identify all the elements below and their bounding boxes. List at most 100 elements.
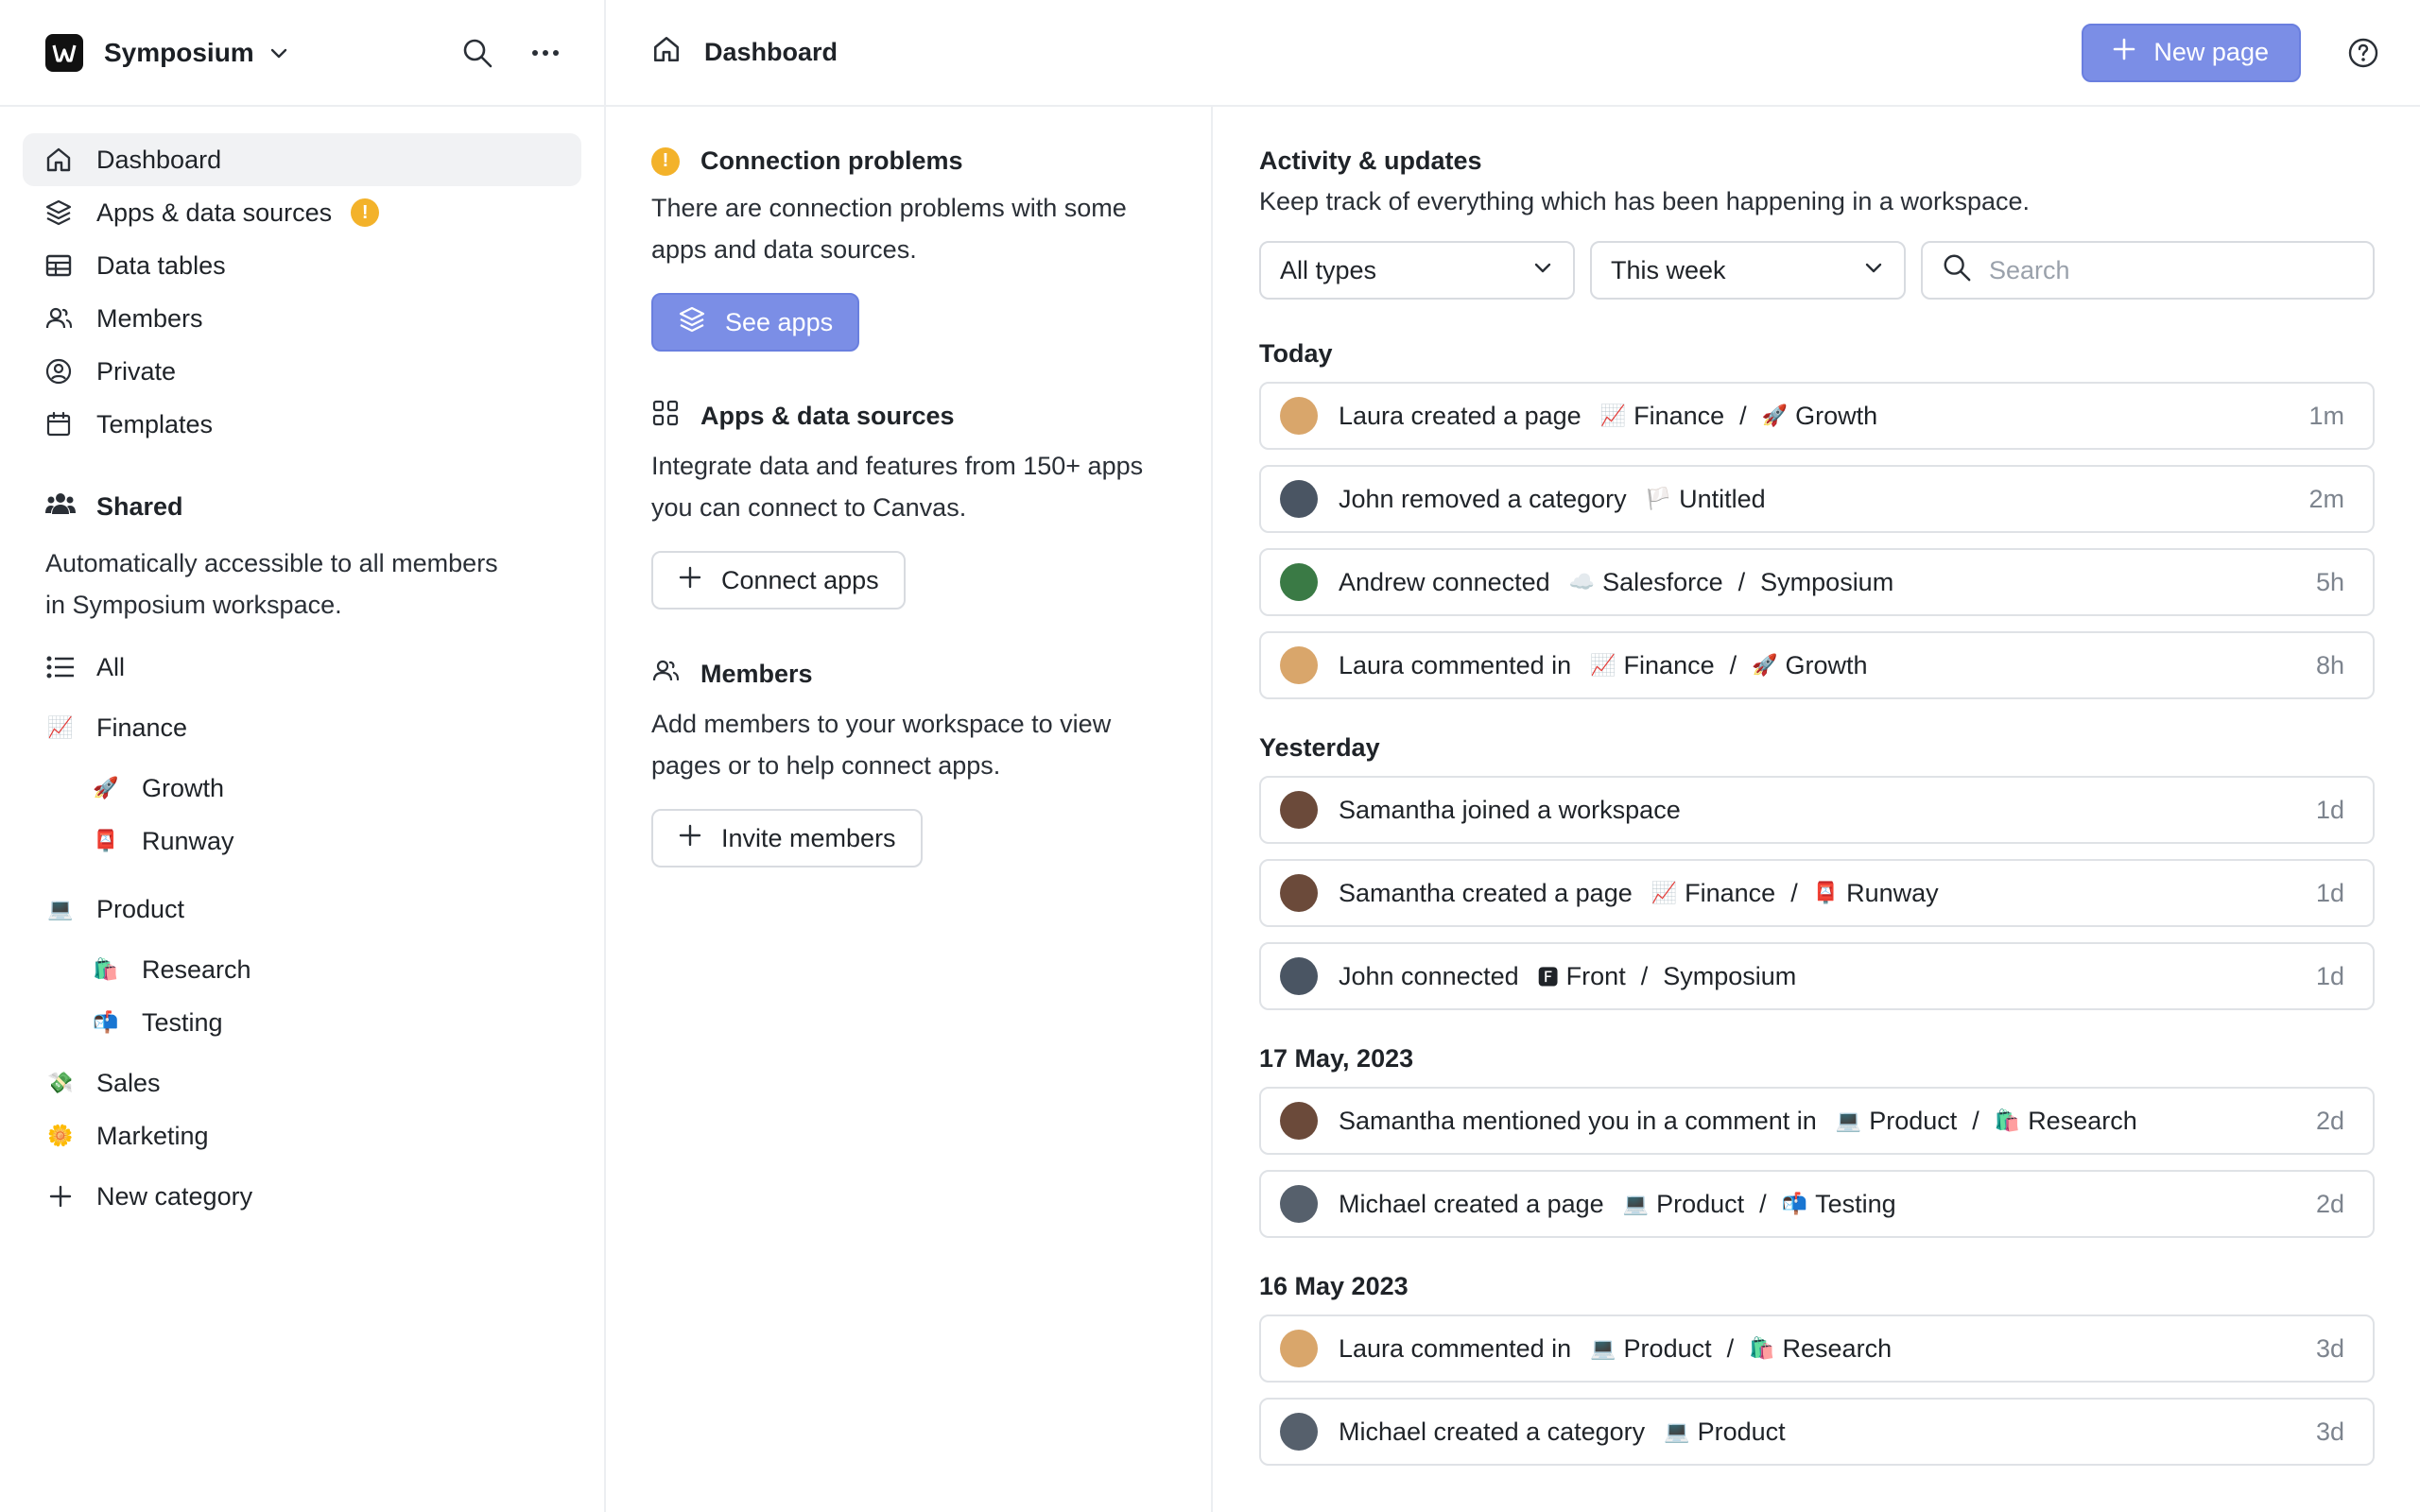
breadcrumb-link[interactable]: 📈 Finance	[1590, 651, 1714, 680]
activity-row[interactable]: Samantha mentioned you in a comment in 💻 P…	[1259, 1087, 2375, 1155]
layers-icon	[678, 305, 706, 340]
category-label: Marketing	[96, 1121, 209, 1150]
invite-members-button[interactable]: Invite members	[651, 809, 923, 868]
breadcrumb-link[interactable]: ☁️ Salesforce	[1569, 568, 1723, 597]
breadcrumb-link[interactable]: 📬 Testing	[1782, 1190, 1896, 1219]
workspace-header: Symposium	[0, 0, 604, 107]
plus-icon	[678, 565, 702, 596]
activity-row[interactable]: John removed a category 🏳️ Untitled 2m	[1259, 465, 2375, 533]
breadcrumb-link[interactable]: 💻 Product	[1623, 1190, 1744, 1219]
activity-row[interactable]: Laura commented in 📈 Finance / 🚀 Growth 8h	[1259, 631, 2375, 699]
breadcrumb-link[interactable]: 📈 Finance	[1651, 879, 1775, 908]
crumb-label: Runway	[1846, 878, 1939, 907]
activity-row[interactable]: Andrew connected ☁️ Salesforce / Symposium 5h	[1259, 548, 2375, 616]
category-research[interactable]: 🛍️ Research	[45, 943, 559, 996]
breadcrumb-link[interactable]: 🛍️ Research	[1995, 1107, 2137, 1136]
activity-time: 2d	[2315, 1189, 2344, 1218]
activity-title: Activity & updates	[1259, 146, 1482, 175]
category-product[interactable]: 💻 Product	[45, 883, 559, 936]
new-category-button[interactable]: New category	[45, 1170, 559, 1223]
activity-row[interactable]: Laura commented in 💻 Product / 🛍️ Research 3d	[1259, 1314, 2375, 1383]
layers-icon	[43, 198, 74, 228]
activity-time: 1m	[2308, 401, 2344, 430]
activity-row[interactable]: Laura created a page 📈 Finance / 🚀 Growth 1m	[1259, 382, 2375, 450]
activity-text: Laura created a page	[1339, 401, 1582, 430]
activity-text: Laura commented in	[1339, 650, 1572, 679]
breadcrumb-link[interactable]: 💻 Product	[1664, 1418, 1785, 1447]
activity-row[interactable]: John connected 🅵 Front / Symposium 1d	[1259, 942, 2375, 1010]
button-label: Invite members	[721, 823, 896, 852]
category-sales[interactable]: 💸 Sales	[45, 1057, 559, 1109]
avatar	[1280, 563, 1318, 601]
card-description: Integrate data and features from 150+ ap…	[651, 452, 1144, 522]
new-page-button[interactable]: New page	[2082, 23, 2301, 82]
connect-apps-button[interactable]: Connect apps	[651, 551, 906, 610]
chevron-down-icon	[1531, 256, 1554, 285]
activity-row[interactable]: Michael created a category 💻 Product 3d	[1259, 1398, 2375, 1466]
category-growth[interactable]: 🚀 Growth	[45, 762, 559, 815]
crumb-label: Symposium	[1663, 961, 1797, 990]
breadcrumb-link[interactable]: 📈 Finance	[1600, 402, 1724, 431]
more-horizontal-icon[interactable]	[528, 36, 562, 70]
time-filter-select[interactable]: This week	[1590, 241, 1906, 300]
type-filter-select[interactable]: All types	[1259, 241, 1575, 300]
sidebar-item-private[interactable]: Private	[23, 345, 581, 398]
avatar	[1280, 646, 1318, 684]
category-label: All	[96, 652, 126, 681]
category-finance[interactable]: 📈 Finance	[45, 701, 559, 754]
shared-section-header: Shared	[0, 490, 604, 524]
crumb-label: Research	[1782, 1333, 1893, 1363]
avatar	[1280, 480, 1318, 518]
breadcrumb-link[interactable]: 🚀 Growth	[1762, 402, 1877, 431]
sidebar-item-label: Templates	[96, 409, 214, 438]
app-root: Symposium Dashboard Apps & data sources …	[0, 0, 2420, 1512]
sidebar-item-templates[interactable]: Templates	[23, 398, 581, 451]
help-icon[interactable]	[2346, 36, 2380, 70]
home-icon	[651, 34, 682, 71]
see-apps-button[interactable]: See apps	[651, 293, 860, 352]
breadcrumb-separator: /	[1737, 567, 1746, 596]
activity-text: Michael created a category	[1339, 1417, 1646, 1446]
breadcrumb-link[interactable]: 💻 Product	[1590, 1334, 1711, 1364]
home-icon	[43, 145, 74, 175]
chevron-down-icon[interactable]	[268, 40, 294, 66]
sidebar-item-label: Dashboard	[96, 145, 222, 174]
search-input[interactable]	[1989, 255, 2354, 285]
breadcrumb-link[interactable]: 🅵 Front	[1538, 961, 1626, 991]
activity-search[interactable]	[1921, 241, 2375, 300]
activity-row[interactable]: Samantha joined a workspace 1d	[1259, 776, 2375, 844]
sidebar-item-dashboard[interactable]: Dashboard	[23, 133, 581, 186]
crumb-emoji: 📈	[1651, 881, 1678, 904]
breadcrumb-link[interactable]: 🚀 Growth	[1752, 651, 1867, 680]
breadcrumb-link[interactable]: Symposium	[1663, 962, 1796, 991]
breadcrumb-link[interactable]: 📮 Runway	[1813, 879, 1939, 908]
breadcrumb-link[interactable]: 🛍️ Research	[1749, 1334, 1892, 1364]
sidebar-item-members[interactable]: Members	[23, 292, 581, 345]
sidebar-item-label: Apps & data sources	[96, 198, 333, 227]
money-emoji: 💸	[47, 1071, 74, 1094]
table-icon	[43, 250, 74, 281]
sidebar-item-apps[interactable]: Apps & data sources !	[23, 186, 581, 239]
activity-column: Activity & updates Keep track of everyth…	[1213, 107, 2420, 1512]
activity-row[interactable]: Samantha created a page 📈 Finance / 📮 Runway 1…	[1259, 859, 2375, 927]
activity-text: John removed a category	[1339, 484, 1627, 513]
category-all[interactable]: All	[45, 641, 559, 694]
avatar	[1280, 957, 1318, 995]
activity-time: 2m	[2308, 484, 2344, 513]
sidebar-item-data-tables[interactable]: Data tables	[23, 239, 581, 292]
category-label: Finance	[96, 713, 188, 742]
breadcrumb-link[interactable]: 💻 Product	[1836, 1107, 1957, 1136]
workspace-logo[interactable]	[45, 33, 83, 72]
workspace-name[interactable]: Symposium	[104, 38, 254, 68]
search-icon[interactable]	[460, 36, 494, 70]
activity-row[interactable]: Michael created a page 💻 Product / 📬 Testing 2…	[1259, 1170, 2375, 1238]
breadcrumb-link[interactable]: Symposium	[1760, 568, 1893, 597]
shared-title: Shared	[96, 492, 183, 521]
category-runway[interactable]: 📮 Runway	[45, 815, 559, 868]
avatar	[1280, 1185, 1318, 1223]
category-testing[interactable]: 📬 Testing	[45, 996, 559, 1049]
category-list: All 📈 Finance 🚀 Growth 📮 Runway 💻 Produc…	[0, 641, 604, 1223]
category-marketing[interactable]: 🌼 Marketing	[45, 1109, 559, 1162]
crumb-label: Testing	[1815, 1189, 1896, 1218]
breadcrumb-link[interactable]: 🏳️ Untitled	[1646, 485, 1766, 514]
